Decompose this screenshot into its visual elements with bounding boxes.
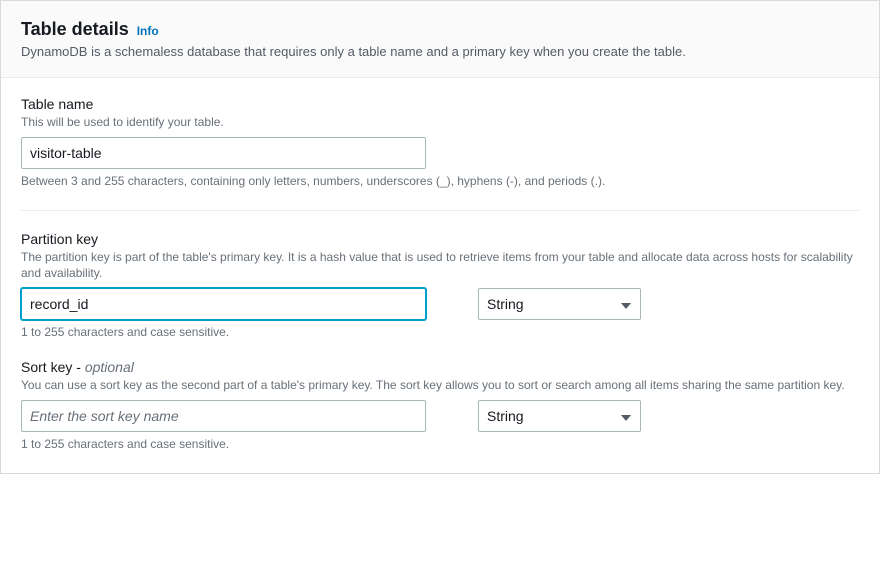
sort-key-hint: 1 to 255 characters and case sensitive. — [21, 436, 621, 453]
page-title: Table details — [21, 19, 129, 40]
partition-key-input[interactable] — [21, 288, 426, 320]
partition-key-hint: 1 to 255 characters and case sensitive. — [21, 324, 621, 341]
panel-header: Table details Info DynamoDB is a schemal… — [1, 1, 879, 78]
table-name-label: Table name — [21, 96, 859, 112]
sort-key-input[interactable] — [21, 400, 426, 432]
optional-tag: optional — [85, 359, 134, 375]
divider — [21, 210, 859, 211]
page-subtitle: DynamoDB is a schemaless database that r… — [21, 44, 859, 59]
table-name-hint: Between 3 and 255 characters, containing… — [21, 173, 621, 190]
info-link[interactable]: Info — [137, 24, 159, 38]
sort-key-field: Sort key - optional You can use a sort k… — [21, 359, 859, 453]
table-name-input[interactable] — [21, 137, 426, 169]
sort-key-label: Sort key - optional — [21, 359, 859, 375]
partition-key-type-select[interactable]: String — [478, 288, 641, 320]
table-name-field: Table name This will be used to identify… — [21, 96, 859, 190]
sort-key-type-select[interactable]: String — [478, 400, 641, 432]
table-details-panel: Table details Info DynamoDB is a schemal… — [0, 0, 880, 474]
partition-key-field: Partition key The partition key is part … — [21, 231, 859, 341]
panel-content: Table name This will be used to identify… — [1, 78, 879, 473]
sort-key-description: You can use a sort key as the second par… — [21, 377, 859, 394]
partition-key-label: Partition key — [21, 231, 859, 247]
table-name-description: This will be used to identify your table… — [21, 114, 859, 131]
partition-key-description: The partition key is part of the table's… — [21, 249, 859, 283]
